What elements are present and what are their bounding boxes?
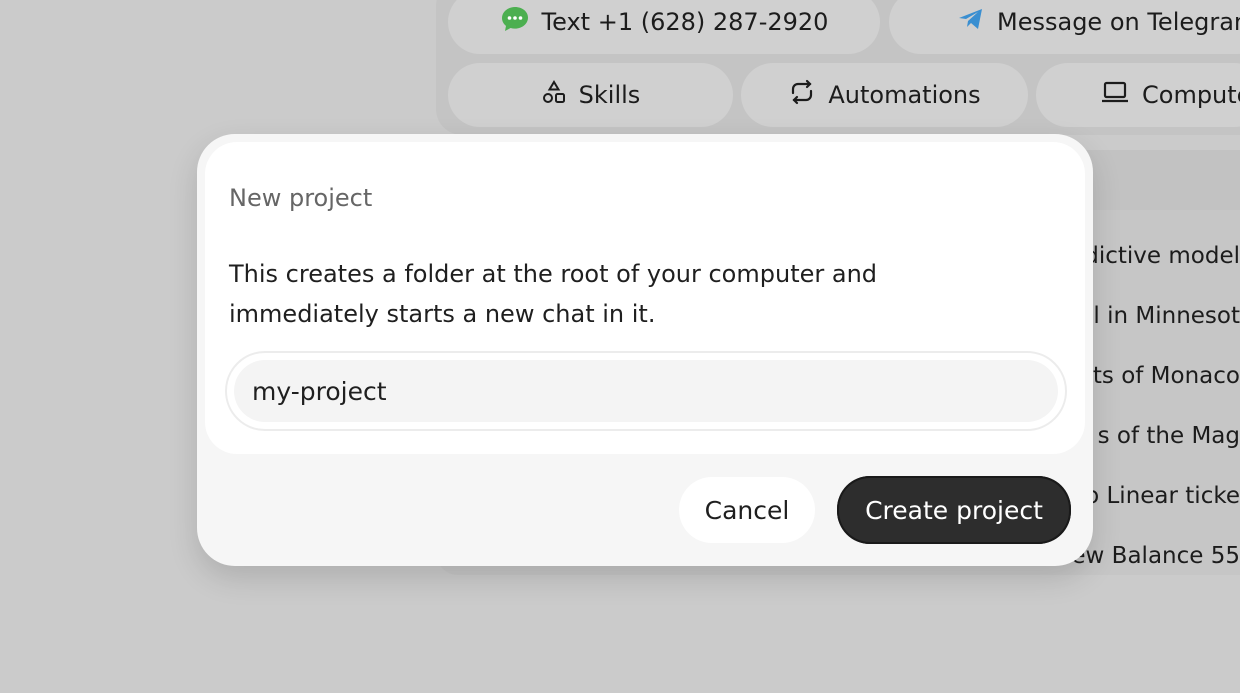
project-name-input[interactable] [234,360,1058,422]
telegram-contact-label: Message on Telegram [997,8,1240,36]
dialog-description: This creates a folder at the root of you… [229,260,878,328]
skills-pill[interactable]: Skills [448,63,733,127]
skills-label: Skills [578,81,641,109]
dialog-body: New project This creates a folder at the… [205,142,1085,454]
repeat-icon [788,79,816,111]
chat-bubble-icon [500,5,530,39]
automations-label: Automations [828,81,981,109]
create-project-button[interactable]: Create project [837,476,1071,544]
text-contact-label: Text +1 (628) 287-2920 [541,8,829,36]
project-name-field [225,351,1067,431]
automations-pill[interactable]: Automations [741,63,1028,127]
dialog-title: New project [229,184,373,212]
cancel-button[interactable]: Cancel [679,477,815,543]
shapes-icon [541,79,567,111]
telegram-icon [957,7,985,37]
text-contact-pill[interactable]: Text +1 (628) 287-2920 [448,0,880,54]
telegram-contact-pill[interactable]: Message on Telegram [889,0,1240,54]
computer-pill[interactable]: Computer [1036,63,1240,127]
new-project-dialog: New project This creates a folder at the… [197,134,1093,566]
laptop-icon [1100,80,1130,110]
computer-label: Computer [1142,81,1240,109]
